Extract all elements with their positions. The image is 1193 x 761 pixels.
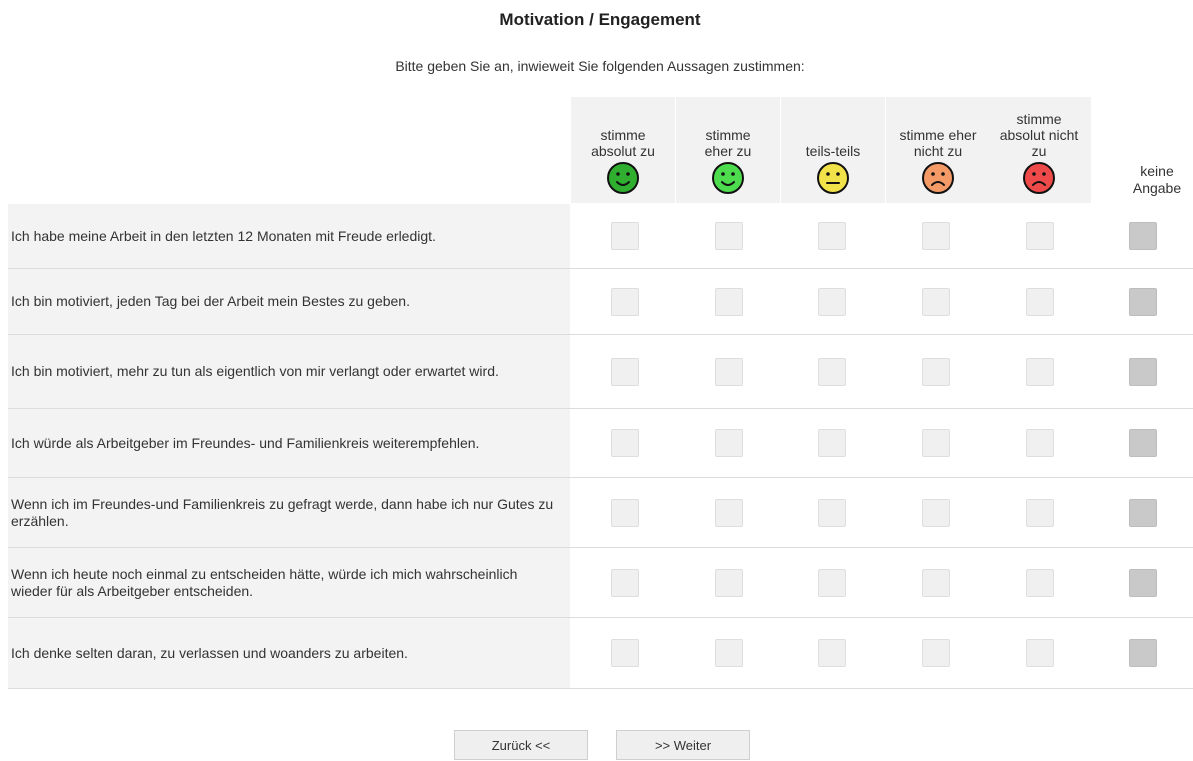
scale-column-header: teils-teils: [781, 97, 885, 203]
answer-option[interactable]: [611, 288, 639, 316]
question-text: Ich bin motiviert, jeden Tag bei der Arb…: [8, 269, 570, 334]
answer-option[interactable]: [922, 569, 950, 597]
answer-option[interactable]: [818, 499, 846, 527]
question-row: Ich denke selten daran, zu verlassen und…: [8, 618, 1193, 689]
no-answer-option[interactable]: [1129, 429, 1157, 457]
answer-option[interactable]: [818, 639, 846, 667]
answer-option[interactable]: [715, 639, 743, 667]
scale-label: eher zu: [704, 143, 752, 159]
scale-label: absolut nicht: [999, 127, 1079, 143]
answer-option[interactable]: [922, 429, 950, 457]
no-answer-option[interactable]: [1129, 288, 1157, 316]
answer-option[interactable]: [818, 288, 846, 316]
no-answer-option[interactable]: [1129, 639, 1157, 667]
next-button[interactable]: >> Weiter: [616, 730, 750, 760]
answer-option[interactable]: [922, 499, 950, 527]
question-row: Wenn ich im Freundes-und Familienkreis z…: [8, 478, 1193, 548]
answer-option[interactable]: [715, 288, 743, 316]
answer-option[interactable]: [818, 569, 846, 597]
answer-option[interactable]: [611, 499, 639, 527]
happy-face-icon: [607, 162, 639, 194]
back-button[interactable]: Zurück <<: [454, 730, 588, 760]
scale-label: stimme: [600, 127, 646, 143]
answer-option[interactable]: [715, 358, 743, 386]
question-text: Ich denke selten daran, zu verlassen und…: [8, 618, 570, 688]
no-answer-header: keine Angabe: [1132, 163, 1182, 196]
answer-option[interactable]: [922, 639, 950, 667]
no-answer-option[interactable]: [1129, 499, 1157, 527]
answer-option[interactable]: [922, 288, 950, 316]
question-row: Ich habe meine Arbeit in den letzten 12 …: [8, 204, 1193, 269]
answer-option[interactable]: [818, 222, 846, 250]
answer-option[interactable]: [1026, 569, 1054, 597]
answer-option[interactable]: [1026, 222, 1054, 250]
answer-option[interactable]: [715, 222, 743, 250]
answer-option[interactable]: [611, 429, 639, 457]
scale-label: stimme: [1016, 111, 1062, 127]
answer-option[interactable]: [922, 358, 950, 386]
question-text: Ich bin motiviert, mehr zu tun als eigen…: [8, 335, 570, 408]
scale-label: absolut zu: [591, 143, 655, 159]
question-text: Wenn ich heute noch einmal zu entscheide…: [8, 548, 570, 617]
answer-option[interactable]: [715, 569, 743, 597]
answer-option[interactable]: [715, 429, 743, 457]
scale-column-header: stimme eher nicht zu: [886, 97, 990, 203]
answer-option[interactable]: [611, 358, 639, 386]
answer-option[interactable]: [1026, 429, 1054, 457]
question-row: Wenn ich heute noch einmal zu entscheide…: [8, 548, 1193, 618]
question-row: Ich würde als Arbeitgeber im Freundes- u…: [8, 409, 1193, 478]
happy-face-icon: [712, 162, 744, 194]
answer-option[interactable]: [611, 569, 639, 597]
scale-label: nicht zu: [913, 143, 963, 159]
scale-column-header: stimme absolut nicht zu: [987, 97, 1091, 203]
question-row: Ich bin motiviert, jeden Tag bei der Arb…: [8, 269, 1193, 335]
answer-option[interactable]: [715, 499, 743, 527]
answer-option[interactable]: [1026, 499, 1054, 527]
instruction-text: Bitte geben Sie an, inwieweit Sie folgen…: [395, 58, 805, 74]
sad-face-icon: [922, 162, 954, 194]
answer-option[interactable]: [818, 358, 846, 386]
question-text: Wenn ich im Freundes-und Familienkreis z…: [8, 478, 570, 547]
answer-option[interactable]: [1026, 288, 1054, 316]
scale-label: stimme: [705, 127, 751, 143]
question-text: Ich würde als Arbeitgeber im Freundes- u…: [8, 409, 570, 477]
answer-option[interactable]: [611, 222, 639, 250]
no-answer-option[interactable]: [1129, 222, 1157, 250]
scale-column-header: stimme eher zu: [676, 97, 780, 203]
scale-label: stimme eher: [899, 127, 977, 143]
answer-option[interactable]: [611, 639, 639, 667]
scale-label: teils-teils: [805, 143, 861, 159]
answer-option[interactable]: [922, 222, 950, 250]
no-answer-option[interactable]: [1129, 569, 1157, 597]
sad-face-icon: [1023, 162, 1055, 194]
page-title: Motivation / Engagement: [499, 10, 701, 29]
answer-option[interactable]: [818, 429, 846, 457]
neutral-face-icon: [817, 162, 849, 194]
no-answer-option[interactable]: [1129, 358, 1157, 386]
answer-option[interactable]: [1026, 358, 1054, 386]
question-text: Ich habe meine Arbeit in den letzten 12 …: [8, 204, 570, 268]
scale-label: zu: [1031, 143, 1047, 159]
question-row: Ich bin motiviert, mehr zu tun als eigen…: [8, 335, 1193, 409]
scale-column-header: stimme absolut zu: [571, 97, 675, 203]
answer-option[interactable]: [1026, 639, 1054, 667]
